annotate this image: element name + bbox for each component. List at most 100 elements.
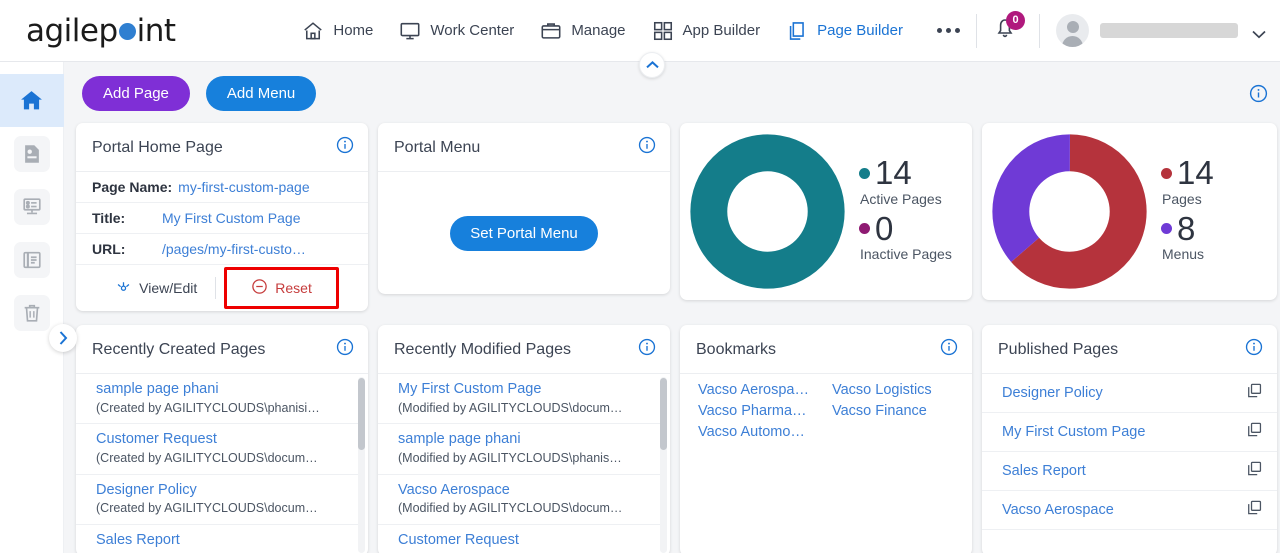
collapse-header-button[interactable] bbox=[639, 52, 665, 78]
view-edit-button[interactable]: View/Edit bbox=[105, 275, 207, 301]
briefcase-icon bbox=[540, 20, 562, 42]
nav-label-work-center: Work Center bbox=[430, 22, 515, 39]
nav-label-home: Home bbox=[333, 22, 374, 39]
list-item[interactable]: Customer Request (Modified by AGILITYCLO… bbox=[378, 525, 662, 553]
expand-sidebar-button[interactable] bbox=[49, 324, 77, 352]
pages-menus-donut-card: 14 Pages 8 Menus bbox=[982, 123, 1277, 300]
bookmark-link[interactable]: Vacso Logistics bbox=[832, 382, 958, 398]
card-title: Bookmarks bbox=[696, 340, 777, 358]
recently-modified-list[interactable]: My First Custom Page (Modified by AGILIT… bbox=[378, 374, 670, 553]
card-header: Recently Modified Pages bbox=[378, 325, 670, 374]
list-item[interactable]: Customer Request (Created by AGILITYCLOU… bbox=[76, 424, 360, 475]
legend-dot-pages bbox=[1161, 167, 1172, 179]
card-title: Portal Home Page bbox=[92, 138, 223, 156]
published-page-name[interactable]: My First Custom Page bbox=[1002, 424, 1145, 440]
copy-icon[interactable] bbox=[1246, 382, 1263, 404]
recently-created-list[interactable]: sample page phani (Created by AGILITYCLO… bbox=[76, 374, 368, 553]
bookmark-link[interactable]: Vacso Aerospa… bbox=[698, 382, 824, 398]
dashboard-grid: Portal Home Page Page Name: my-first-cus… bbox=[64, 123, 1280, 553]
bookmark-link[interactable]: Vacso Automo… bbox=[698, 424, 824, 440]
scrollbar-thumb[interactable] bbox=[660, 378, 667, 450]
menus-count: 8 bbox=[1177, 209, 1196, 247]
list-item[interactable]: Vacso Aerospace (Modified by AGILITYCLOU… bbox=[378, 475, 662, 526]
user-menu[interactable] bbox=[1056, 14, 1266, 47]
info-icon[interactable] bbox=[638, 136, 656, 159]
bookmark-link[interactable]: Vacso Pharma… bbox=[698, 403, 824, 419]
nav-item-work-center[interactable]: Work Center bbox=[399, 20, 514, 42]
pages-status-legend: 14 Active Pages 0 Inactive Pages bbox=[859, 153, 952, 267]
minus-circle-icon bbox=[251, 278, 268, 298]
card-title: Published Pages bbox=[998, 340, 1119, 358]
card-title: Portal Menu bbox=[394, 138, 481, 156]
sidebar-item-menus[interactable] bbox=[0, 233, 64, 286]
sidebar-item-forms[interactable] bbox=[0, 180, 64, 233]
published-page-name[interactable]: Vacso Aerospace bbox=[1002, 502, 1114, 518]
logo-text-part2: int bbox=[136, 12, 176, 49]
copy-icon[interactable] bbox=[1246, 499, 1263, 521]
bookmark-link[interactable]: Vacso Finance bbox=[832, 403, 958, 419]
page-name-value[interactable]: my-first-custom-page bbox=[178, 179, 309, 195]
logo-text: agilep int bbox=[26, 13, 176, 49]
page-info-icon[interactable] bbox=[1249, 84, 1268, 108]
list-item-subtitle: (Created by AGILITYCLOUDS\phanisi… bbox=[96, 400, 320, 415]
sidebar-item-pages[interactable] bbox=[0, 127, 64, 180]
scrollbar-thumb[interactable] bbox=[358, 378, 365, 450]
list-item-title[interactable]: Sales Report bbox=[96, 531, 348, 551]
home-icon bbox=[14, 83, 50, 119]
url-value[interactable]: /pages/my-first-custo… bbox=[162, 241, 306, 257]
published-page-name[interactable]: Designer Policy bbox=[1002, 385, 1103, 401]
nav-item-manage[interactable]: Manage bbox=[540, 20, 626, 42]
list-item-title[interactable]: My First Custom Page bbox=[398, 380, 650, 400]
list-item[interactable]: sample page phani (Modified by AGILITYCL… bbox=[378, 424, 662, 475]
legend-label-inactive-pages: Inactive Pages bbox=[860, 246, 952, 263]
list-item[interactable]: Designer Policy (Created by AGILITYCLOUD… bbox=[76, 475, 360, 526]
info-icon[interactable] bbox=[940, 338, 958, 361]
reset-button[interactable]: Reset bbox=[241, 275, 322, 301]
list-item-title[interactable]: sample page phani bbox=[96, 380, 348, 400]
list-item[interactable]: Sales Report (Created by AGILITYCLOUDS\d… bbox=[76, 525, 360, 553]
recently-created-pages-card: Recently Created Pages sample page phani… bbox=[76, 325, 368, 553]
content-toolbar: Add Page Add Menu bbox=[64, 62, 1280, 111]
more-menu-icon[interactable] bbox=[937, 28, 960, 33]
info-icon[interactable] bbox=[336, 136, 354, 159]
list-item[interactable]: My First Custom Page (Modified by AGILIT… bbox=[378, 374, 662, 425]
card-header: Published Pages bbox=[982, 325, 1277, 374]
copy-icon[interactable] bbox=[1246, 460, 1263, 482]
copy-icon[interactable] bbox=[1246, 421, 1263, 443]
nav-item-app-builder[interactable]: App Builder bbox=[652, 20, 760, 42]
list-item-title[interactable]: Customer Request bbox=[398, 531, 650, 551]
legend-label-active-pages: Active Pages bbox=[860, 190, 942, 207]
info-icon[interactable] bbox=[638, 338, 656, 361]
active-pages-count: 14 bbox=[875, 153, 912, 191]
info-icon[interactable] bbox=[336, 338, 354, 361]
title-value[interactable]: My First Custom Page bbox=[162, 210, 300, 226]
list-item-subtitle: (Modified by AGILITYCLOUDS\docum… bbox=[398, 400, 623, 415]
list-item-title[interactable]: sample page phani bbox=[398, 430, 650, 450]
username-redacted bbox=[1100, 23, 1238, 38]
published-pages-card: Published Pages Designer Policy My First… bbox=[982, 325, 1277, 553]
list-item-subtitle: (Created by AGILITYCLOUDS\docum… bbox=[96, 451, 318, 465]
info-icon[interactable] bbox=[1245, 338, 1263, 361]
sidebar-item-home[interactable] bbox=[0, 74, 64, 127]
published-page-name[interactable]: Sales Report bbox=[1002, 463, 1086, 479]
agilepoint-logo[interactable]: agilep int bbox=[26, 13, 202, 49]
card-header: Portal Menu bbox=[378, 123, 670, 172]
published-pages-list: Designer Policy My First Custom Page Sal… bbox=[982, 374, 1277, 553]
card-header: Bookmarks bbox=[680, 325, 972, 374]
add-menu-button[interactable]: Add Menu bbox=[205, 76, 317, 111]
nav-item-home[interactable]: Home bbox=[302, 20, 373, 42]
legend-row-active: 14 bbox=[859, 153, 952, 191]
list-item-title[interactable]: Customer Request bbox=[96, 430, 348, 450]
set-portal-menu-button[interactable]: Set Portal Menu bbox=[450, 215, 598, 251]
portal-home-page-actions: View/Edit Reset bbox=[76, 265, 368, 311]
list-item[interactable]: sample page phani (Created by AGILITYCLO… bbox=[76, 374, 360, 425]
list-item-title[interactable]: Designer Policy bbox=[96, 481, 348, 501]
legend-dot-active-pages bbox=[859, 167, 870, 179]
list-item-title[interactable]: Vacso Aerospace bbox=[398, 481, 650, 501]
chevron-down-icon[interactable] bbox=[1252, 26, 1266, 39]
nav-item-page-builder[interactable]: Page Builder bbox=[786, 20, 903, 42]
page-name-label: Page Name: bbox=[92, 179, 173, 195]
notifications-button[interactable]: 0 bbox=[993, 10, 1025, 48]
pages-menus-legend: 14 Pages 8 Menus bbox=[1161, 155, 1214, 267]
add-page-button[interactable]: Add Page bbox=[82, 76, 190, 111]
